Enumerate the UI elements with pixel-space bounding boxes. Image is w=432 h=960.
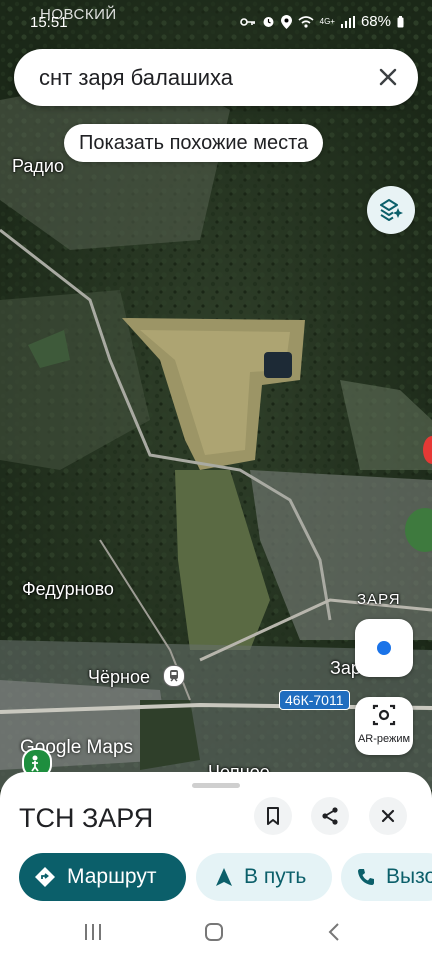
call-button-label: Вызо [386, 865, 432, 888]
network-type: 4G+ [319, 16, 335, 26]
start-navigation-button[interactable]: В путь [196, 853, 332, 901]
home-icon[interactable] [203, 921, 225, 943]
search-bar[interactable]: снт заря балашиха [14, 49, 418, 106]
route-button[interactable]: Маршрут [19, 853, 186, 901]
ar-camera-icon [372, 704, 396, 726]
bookmark-icon [267, 807, 279, 825]
status-bar: НОВСКИЙ 15:51 4G+ 68% [0, 0, 432, 44]
battery-icon [397, 15, 404, 27]
my-location-button[interactable] [355, 619, 413, 677]
map-label-chernoe: Чёрное [88, 667, 150, 687]
clear-search-button[interactable] [374, 63, 402, 91]
status-icons: 4G+ 68% [239, 13, 404, 30]
status-time: 15:51 [30, 14, 68, 31]
recent-apps-icon[interactable] [82, 921, 104, 943]
call-button[interactable]: Вызо [341, 853, 432, 901]
search-query[interactable]: снт заря балашиха [39, 65, 233, 91]
close-icon [379, 68, 397, 86]
close-sheet-button[interactable] [369, 797, 407, 835]
system-nav-bar [0, 905, 432, 960]
battery-percent: 68% [360, 13, 391, 30]
map-label-radio: Радио [12, 156, 64, 176]
location-icon [280, 14, 292, 29]
similar-places-chip[interactable]: Показать похожие места [64, 124, 324, 162]
phone-icon [358, 869, 374, 885]
map-label-fedurnovo: Федурново [22, 579, 114, 599]
back-icon[interactable] [324, 921, 346, 943]
train-station-icon [163, 665, 185, 687]
drag-handle[interactable] [192, 783, 240, 788]
start-navigation-label: В путь [244, 865, 307, 888]
place-title: ТСН ЗАРЯ [19, 803, 154, 833]
save-button[interactable] [254, 797, 292, 835]
wifi-icon [298, 15, 314, 28]
navigation-arrow-icon [216, 868, 232, 886]
ar-mode-button[interactable]: AR-режим [355, 697, 413, 755]
key-icon [239, 17, 255, 26]
share-button[interactable] [311, 797, 349, 835]
signal-icon [340, 15, 355, 28]
map-label-zarya: ЗАРЯ [357, 591, 401, 608]
road-number-sign: 46К-7011 [279, 690, 350, 710]
layers-button[interactable] [367, 186, 415, 234]
route-button-label: Маршрут [67, 865, 157, 888]
alarm-icon [263, 17, 274, 27]
ar-mode-label: AR-режим [357, 733, 411, 745]
directions-icon [35, 867, 55, 887]
share-icon [322, 807, 338, 825]
close-icon [381, 809, 395, 823]
my-location-icon [377, 641, 391, 655]
layers-icon [380, 199, 403, 221]
